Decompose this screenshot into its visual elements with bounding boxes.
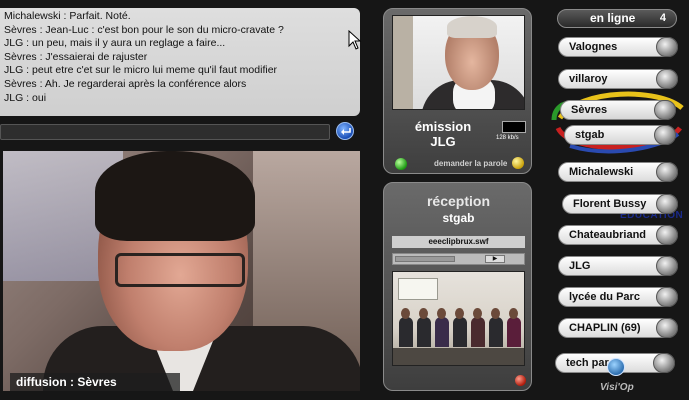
audience-person [399, 317, 413, 347]
chat-log: Michalewski : Parfait. Noté. Sèvres : Je… [0, 8, 360, 116]
chat-message: Sèvres : Jean-Luc : c'est bon pour le so… [4, 23, 284, 36]
user-toggle-knob[interactable] [656, 69, 678, 89]
chat-message: JLG : un peu, mais il y aura un reglage … [4, 37, 226, 50]
user-item[interactable]: CHAPLIN (69) [558, 318, 678, 338]
user-item[interactable]: Michalewski [558, 162, 678, 182]
audience-head [455, 308, 464, 319]
audience-head [509, 308, 518, 319]
status-led-red [515, 375, 526, 386]
emission-panel: émission JLG 128 kb/s demander la parole [383, 8, 532, 174]
user-toggle-knob[interactable] [654, 100, 676, 120]
user-name: villaroy [569, 73, 608, 85]
user-toggle-knob[interactable] [654, 125, 676, 145]
broadcast-source: Sèvres [77, 375, 117, 389]
user-toggle-knob[interactable] [656, 287, 678, 307]
audience-head [437, 308, 446, 319]
speaker-glasses [115, 253, 245, 287]
user-toggle-knob[interactable] [656, 256, 678, 276]
user-item[interactable]: villaroy [558, 69, 678, 89]
remote-video [392, 271, 525, 366]
reception-title: réception [426, 193, 490, 209]
media-player-bar: ▶ [392, 253, 525, 265]
emission-title: émission [414, 119, 472, 134]
user-item[interactable]: Valognes [558, 37, 678, 57]
user-name: lycée du Parc [569, 291, 640, 303]
online-count: 4 [659, 12, 666, 24]
audience-head [419, 308, 428, 319]
chat-message: Michalewski : Parfait. Noté. [4, 10, 131, 22]
broadcast-label: diffusion : Sèvres [10, 373, 180, 391]
user-toggle-knob[interactable] [653, 353, 675, 373]
speaker-hair [95, 151, 255, 241]
return-arrow-icon [341, 128, 351, 135]
send-button[interactable] [336, 122, 354, 140]
user-toggle-knob[interactable] [656, 225, 678, 245]
online-label: en ligne [590, 11, 636, 25]
user-name: CHAPLIN (69) [569, 322, 641, 334]
play-button[interactable]: ▶ [485, 255, 505, 263]
audience-person [453, 317, 467, 347]
user-item[interactable]: JLG [558, 256, 678, 276]
reception-panel: réception stgab eeeclipbrux.swf ▶ [383, 182, 532, 391]
status-led-green [395, 158, 407, 170]
user-name: Michalewski [569, 166, 634, 178]
audience-person [471, 317, 485, 347]
audience-head [491, 308, 500, 319]
audio-meter [502, 121, 526, 133]
audience-head [401, 308, 410, 319]
user-name: Chateaubriand [569, 229, 647, 241]
user-toggle-knob[interactable] [656, 318, 678, 338]
media-filename: eeeclipbrux.swf [392, 236, 525, 248]
seek-slider[interactable] [395, 256, 455, 262]
app-brand: Visi'Op [600, 382, 634, 393]
audience-head [473, 308, 482, 319]
user-name: stgab [575, 129, 605, 141]
emission-name: JLG [430, 134, 456, 149]
user-name: Sèvres [571, 104, 608, 116]
user-item[interactable]: stgab [564, 125, 676, 145]
main-video [3, 151, 360, 391]
user-item[interactable]: Sèvres [560, 100, 676, 120]
chat-message: Sèvres : J'essaierai de rajuster [4, 50, 148, 63]
local-video [392, 15, 525, 110]
user-toggle-knob[interactable] [656, 37, 678, 57]
chat-message: Sèvres : Ah. Je regarderai après la conf… [4, 77, 247, 90]
audience-person [435, 317, 449, 347]
chat-input[interactable] [0, 124, 330, 140]
video-floor [393, 348, 524, 365]
reception-name: stgab [442, 211, 475, 225]
ask-floor-button[interactable] [512, 157, 524, 169]
audience-person [507, 317, 521, 347]
ask-floor-label[interactable]: demander la parole [434, 159, 507, 168]
user-item[interactable]: Chateaubriand [558, 225, 678, 245]
audience-person [417, 317, 431, 347]
user-item[interactable]: lycée du Parc [558, 287, 678, 307]
video-window-frame [398, 278, 438, 300]
local-person-hair [447, 16, 497, 38]
user-toggle-knob[interactable] [656, 194, 678, 214]
audience-person [489, 317, 503, 347]
user-name: Valognes [569, 41, 618, 53]
bitrate-label: 128 kb/s [496, 135, 519, 141]
user-toggle-knob[interactable] [656, 162, 678, 182]
user-name: Florent Bussy [573, 198, 647, 210]
conference-app: Michalewski : Parfait. Noté. Sèvres : Je… [0, 0, 689, 400]
online-count-header: en ligne 4 [557, 9, 677, 28]
user-name: JLG [569, 260, 591, 272]
info-icon[interactable] [607, 358, 625, 376]
broadcast-prefix: diffusion : [16, 375, 74, 389]
chat-message: JLG : peut etre c'et sur le micro lui me… [4, 64, 278, 77]
video-background [393, 16, 413, 109]
chat-message: JLG : oui [4, 91, 47, 104]
mouse-pointer-icon [348, 30, 362, 50]
user-item[interactable]: Florent Bussy [562, 194, 678, 214]
